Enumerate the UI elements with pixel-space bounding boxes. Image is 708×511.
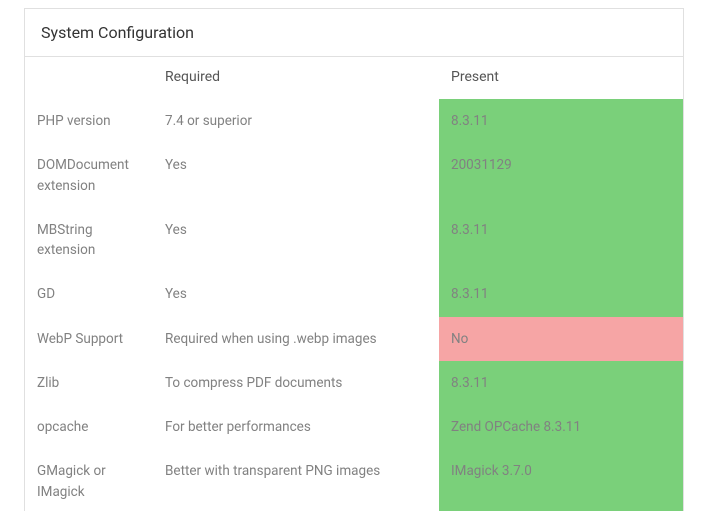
cell-present: 8.3.11 [439,99,683,143]
config-table: Required Present PHP version7.4 or super… [25,57,683,511]
cell-present: Zend OPCache 8.3.11 [439,405,683,449]
cell-name: PHP version [25,99,153,143]
cell-required: Yes [153,208,439,273]
cell-required: Required when using .webp images [153,317,439,361]
table-row: MBString extensionYes8.3.11 [25,208,683,273]
cell-name: DOMDocument extension [25,143,153,208]
cell-present: No [439,317,683,361]
cell-present: 8.3.11 [439,208,683,273]
cell-present: 20031129 [439,143,683,208]
header-name [25,57,153,99]
table-row: GMagick or IMagickBetter with transparen… [25,449,683,511]
cell-name: MBString extension [25,208,153,273]
cell-name: opcache [25,405,153,449]
table-row: PHP version7.4 or superior8.3.11 [25,99,683,143]
table-row: GDYes8.3.11 [25,272,683,316]
cell-present: 8.3.11 [439,361,683,405]
table-row: opcacheFor better performancesZend OPCac… [25,405,683,449]
cell-name: Zlib [25,361,153,405]
cell-name: GMagick or IMagick [25,449,153,511]
cell-required: Yes [153,143,439,208]
cell-present: 8.3.11 [439,272,683,316]
table-row: DOMDocument extensionYes20031129 [25,143,683,208]
cell-required: For better performances [153,405,439,449]
cell-required: Better with transparent PNG images [153,449,439,511]
table-row: ZlibTo compress PDF documents8.3.11 [25,361,683,405]
header-present: Present [439,57,683,99]
cell-required: 7.4 or superior [153,99,439,143]
cell-present: IMagick 3.7.0 [439,449,683,511]
cell-name: GD [25,272,153,316]
table-header-row: Required Present [25,57,683,99]
cell-required: Yes [153,272,439,316]
system-configuration-panel: System Configuration Required Present PH… [24,8,684,511]
cell-required: To compress PDF documents [153,361,439,405]
panel-title: System Configuration [25,9,683,57]
cell-name: WebP Support [25,317,153,361]
table-row: WebP SupportRequired when using .webp im… [25,317,683,361]
header-required: Required [153,57,439,99]
